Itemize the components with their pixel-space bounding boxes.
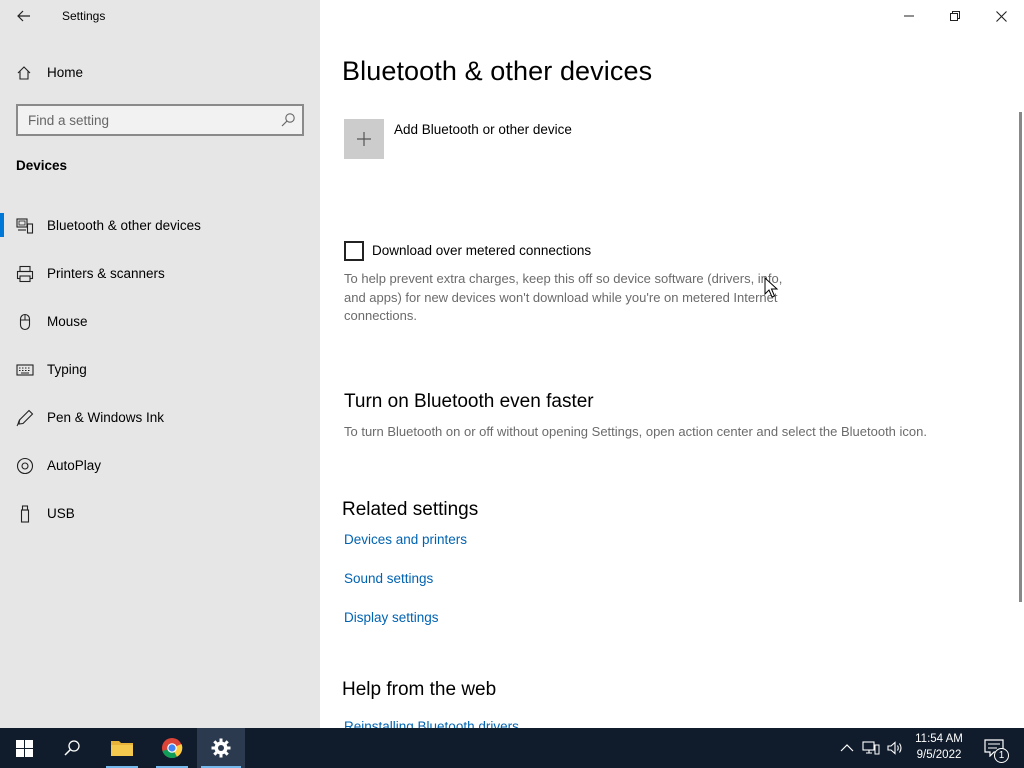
folder-icon <box>111 741 133 756</box>
sidebar-item-autoplay[interactable]: AutoPlay <box>0 445 320 485</box>
restore-icon <box>950 11 960 21</box>
keyboard-icon <box>16 364 34 376</box>
bluetooth-devices-icon <box>16 218 34 234</box>
chrome-button[interactable] <box>148 728 196 768</box>
add-tile <box>344 119 384 159</box>
sidebar-item-label: USB <box>47 506 75 521</box>
file-explorer-button[interactable] <box>98 728 146 768</box>
sidebar-item-pen[interactable]: Pen & Windows Ink <box>0 397 320 437</box>
taskbar-clock[interactable]: 11:54 AM 9/5/2022 <box>906 731 972 763</box>
mouse-icon <box>19 313 31 331</box>
sidebar-item-bluetooth[interactable]: Bluetooth & other devices <box>0 205 320 245</box>
metered-checkbox-label[interactable]: Download over metered connections <box>372 243 591 258</box>
printer-icon <box>16 265 34 283</box>
back-button[interactable] <box>8 3 40 29</box>
clock-time: 11:54 AM <box>915 733 963 745</box>
close-button[interactable] <box>978 0 1024 32</box>
add-device-label: Add Bluetooth or other device <box>394 122 572 137</box>
sidebar-item-label: Bluetooth & other devices <box>47 218 201 233</box>
sidebar-item-usb[interactable]: USB <box>0 493 320 533</box>
add-device-button[interactable]: Add Bluetooth or other device <box>344 119 644 159</box>
volume-icon[interactable] <box>886 739 904 757</box>
sidebar-item-typing[interactable]: Typing <box>0 349 320 389</box>
metered-checkbox[interactable] <box>344 241 364 261</box>
section-heading: Devices <box>16 158 68 173</box>
chevron-up-icon[interactable] <box>838 739 856 757</box>
minimize-button[interactable] <box>886 0 932 32</box>
sidebar-item-label: Typing <box>47 362 87 377</box>
sidebar-item-label: AutoPlay <box>47 458 102 473</box>
sidebar-item-label: Mouse <box>47 314 88 329</box>
minimize-icon <box>904 15 914 17</box>
related-settings-heading: Related settings <box>342 499 479 520</box>
plus-icon <box>357 132 371 146</box>
pen-icon <box>16 409 34 427</box>
settings-taskbar-button[interactable] <box>197 728 245 768</box>
app-title: Settings <box>62 9 106 23</box>
link-sound-settings[interactable]: Sound settings <box>344 571 433 586</box>
faster-description: To turn Bluetooth on or off without open… <box>344 424 927 439</box>
link-display-settings[interactable]: Display settings <box>344 610 439 625</box>
chrome-icon <box>162 738 183 759</box>
start-button[interactable] <box>0 728 48 768</box>
metered-description: To help prevent extra charges, keep this… <box>344 271 783 323</box>
help-heading: Help from the web <box>342 679 497 700</box>
taskbar-search-button[interactable] <box>48 728 96 768</box>
back-arrow-icon <box>17 10 30 22</box>
usb-icon <box>20 505 30 523</box>
search-input[interactable] <box>18 106 274 134</box>
scrollbar[interactable] <box>1019 112 1022 602</box>
sidebar-item-home[interactable]: Home <box>0 57 320 89</box>
sidebar-item-label: Pen & Windows Ink <box>47 410 165 425</box>
sidebar-item-mouse[interactable]: Mouse <box>0 301 320 341</box>
sidebar-item-printers[interactable]: Printers & scanners <box>0 253 320 293</box>
autoplay-icon <box>16 457 34 475</box>
home-icon <box>17 66 31 80</box>
faster-heading: Turn on Bluetooth even faster <box>344 391 594 412</box>
taskbar: 11:54 AM 9/5/2022 1 <box>0 728 1024 768</box>
sidebar-item-label: Home <box>47 65 84 80</box>
search-icon <box>64 740 80 756</box>
notification-count-badge: 1 <box>994 748 1009 763</box>
gear-icon <box>211 738 231 758</box>
close-icon <box>995 10 1007 22</box>
network-icon[interactable] <box>862 739 880 757</box>
mouse-cursor-icon <box>764 277 779 298</box>
restore-button[interactable] <box>932 0 978 32</box>
windows-logo-icon <box>15 739 33 757</box>
sidebar-item-label: Printers & scanners <box>47 266 165 281</box>
page-title: Bluetooth & other devices <box>342 56 653 86</box>
link-devices-and-printers[interactable]: Devices and printers <box>344 532 467 547</box>
action-center-button[interactable]: 1 <box>978 728 1018 768</box>
clock-date: 9/5/2022 <box>916 749 962 761</box>
sidebar: Settings Home Devices Bluetooth & other … <box>0 0 320 728</box>
search-box[interactable] <box>16 104 304 136</box>
search-icon[interactable] <box>280 112 296 128</box>
link-reinstalling-bluetooth-drivers[interactable]: Reinstalling Bluetooth drivers <box>344 719 519 728</box>
